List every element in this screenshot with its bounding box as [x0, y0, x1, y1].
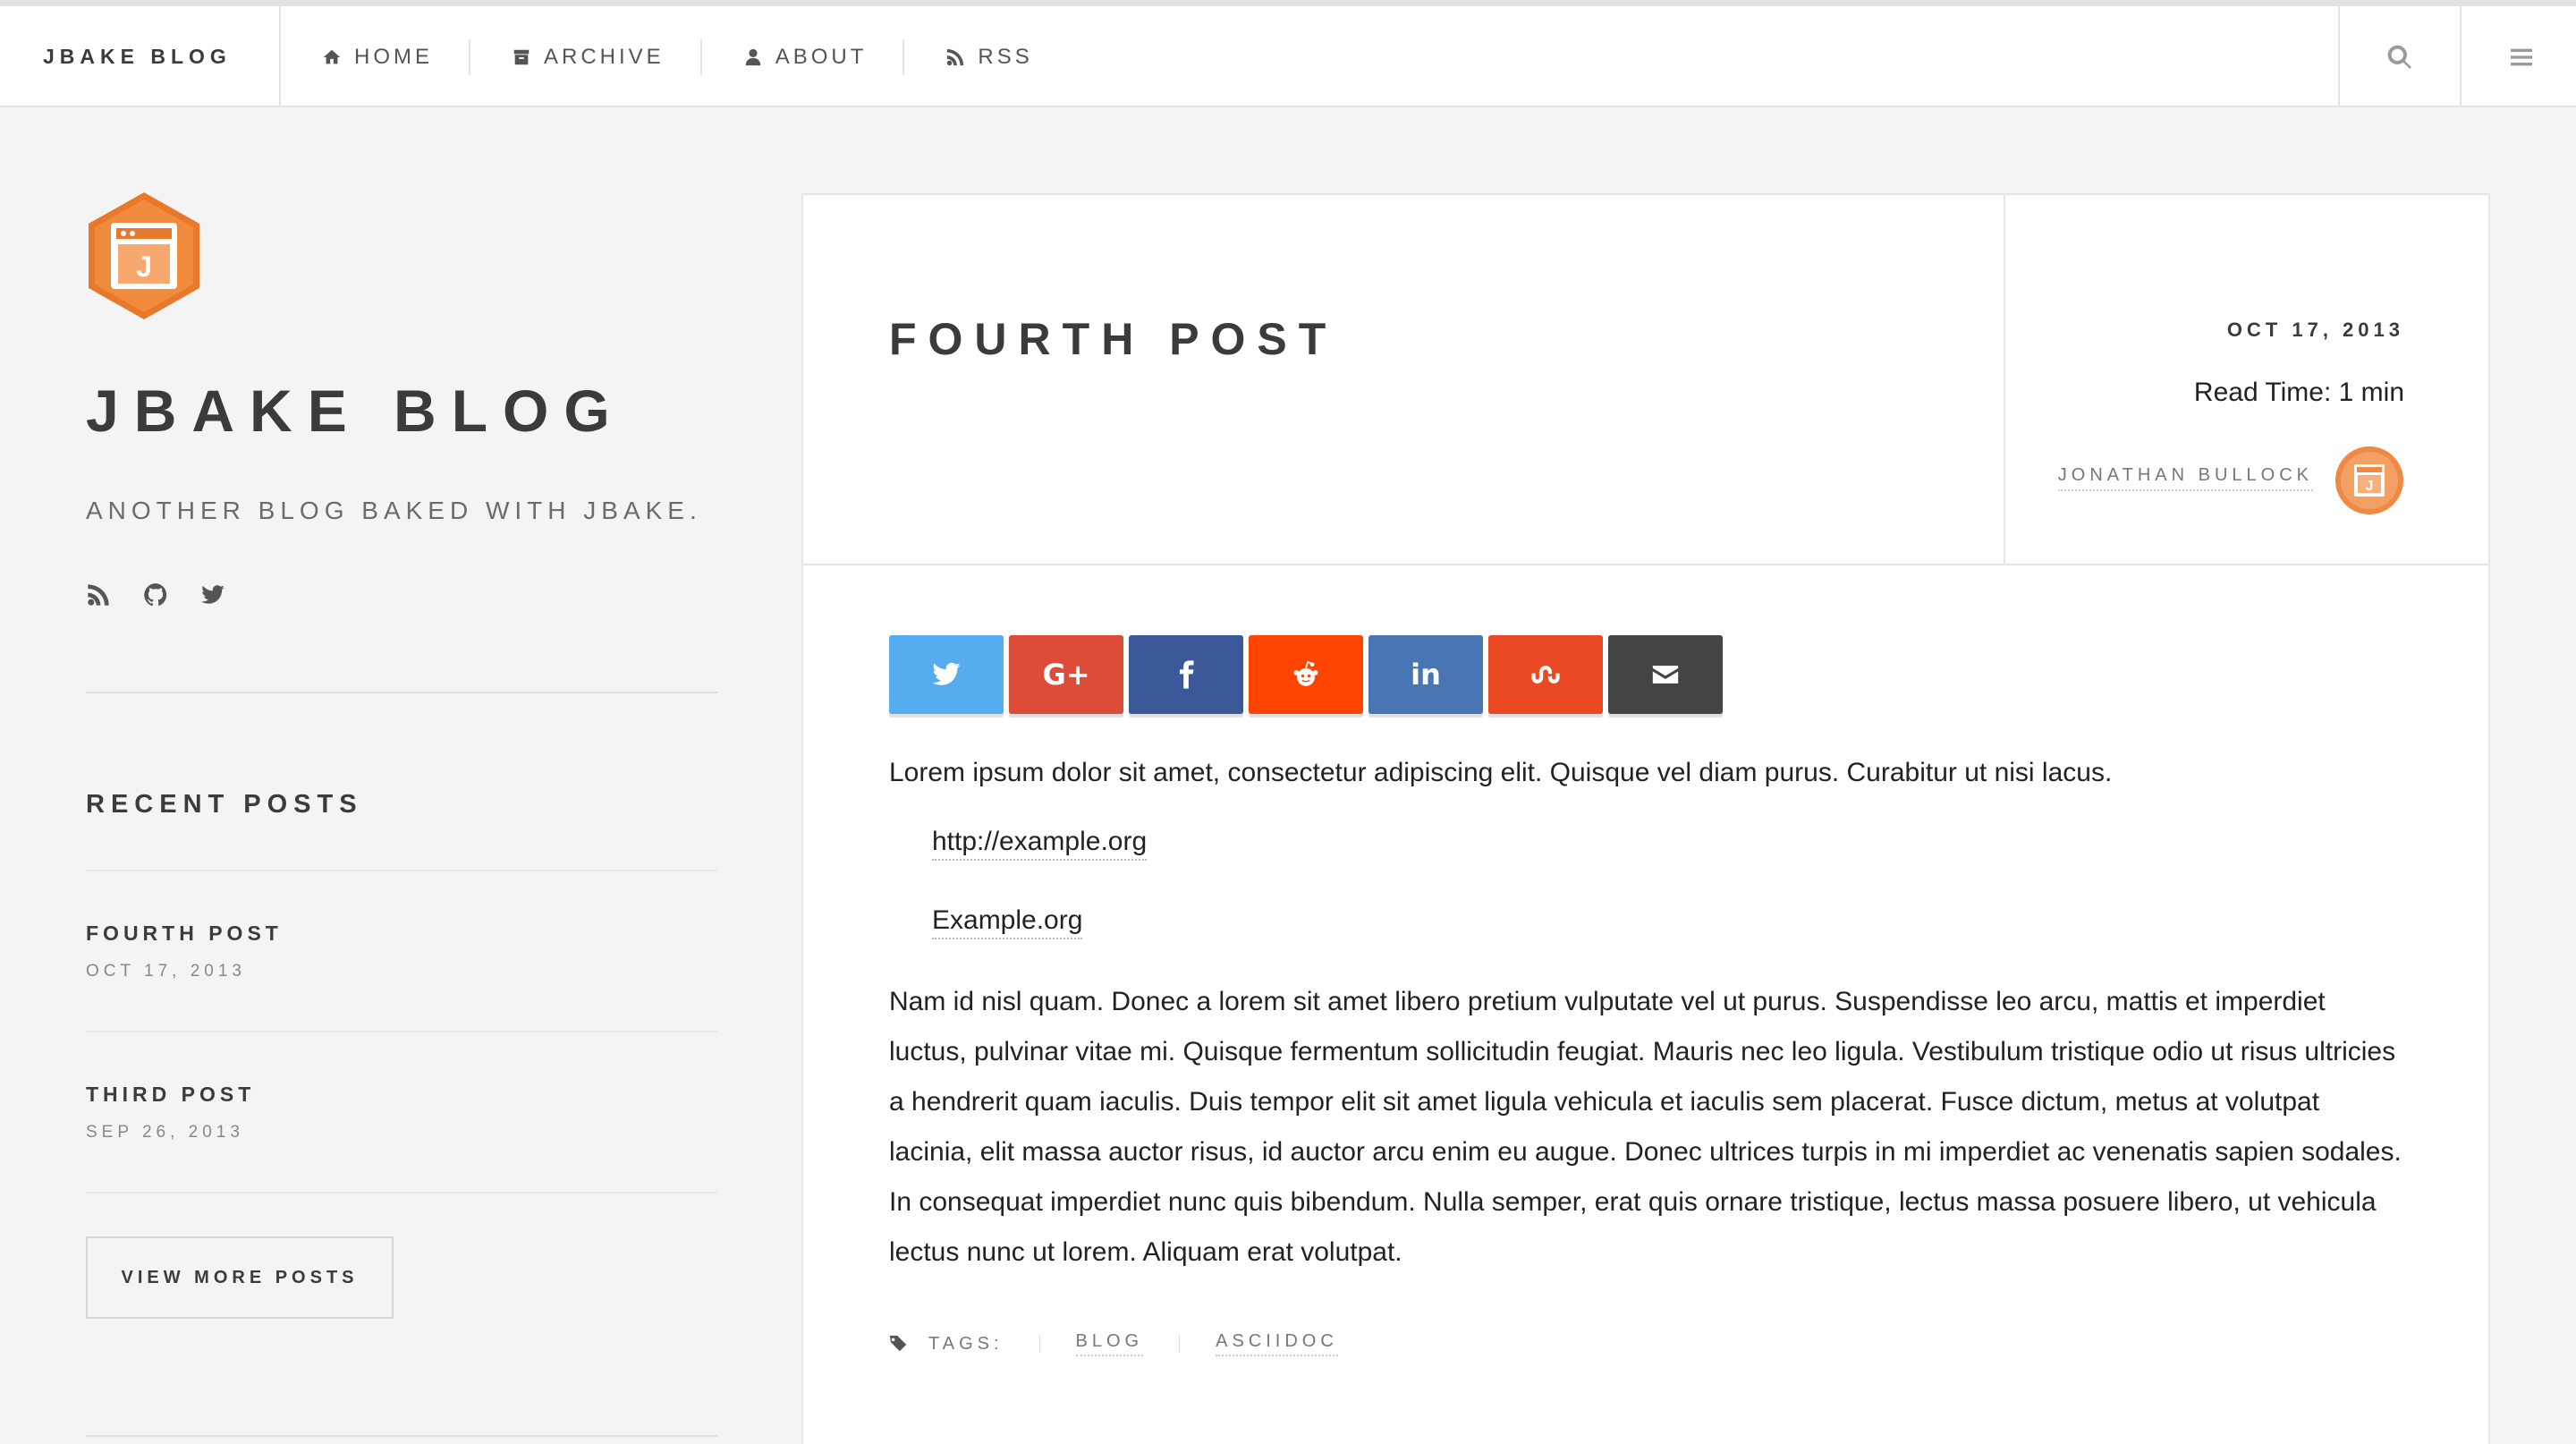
site-logo[interactable]: J: [86, 191, 717, 321]
svg-text:J: J: [136, 251, 152, 283]
post-meta: OCT 17, 2013 Read Time: 1 min JONATHAN B…: [2004, 195, 2490, 564]
share-reddit-button[interactable]: [1249, 635, 1363, 714]
view-more-posts-button[interactable]: VIEW MORE POSTS: [86, 1236, 394, 1319]
tag-separator: [1038, 1335, 1040, 1353]
tag-link[interactable]: BLOG: [1075, 1331, 1144, 1356]
nav-item-home[interactable]: HOME: [281, 39, 469, 75]
share-google-plus-button[interactable]: G+: [1009, 635, 1123, 714]
site-title: JBAKE BLOG: [86, 378, 625, 444]
tag-separator: [1179, 1335, 1181, 1353]
share-twitter-button[interactable]: [889, 635, 1004, 714]
share-linkedin-button[interactable]: in: [1368, 635, 1483, 714]
post-paragraph: Lorem ipsum dolor sit amet, consectetur …: [889, 758, 2113, 787]
tag-link[interactable]: ASCIIDOC: [1216, 1331, 1338, 1356]
post-date: OCT 17, 2013: [2226, 319, 2404, 341]
post-title: FOURTH POST: [889, 314, 1338, 364]
reddit-icon: [1293, 660, 1318, 686]
nav-item-label: RSS: [978, 44, 1033, 69]
post-header: FOURTH POST OCT 17, 2013 Read Time: 1 mi…: [803, 195, 2488, 565]
post-card: FOURTH POST OCT 17, 2013 Read Time: 1 mi…: [801, 193, 2490, 1444]
tags-label: TAGS:: [928, 1333, 1004, 1354]
recent-post-item: THIRD POST SEP 26, 2013: [86, 1031, 717, 1192]
home-icon: [323, 49, 341, 64]
post-link[interactable]: Example.org: [932, 904, 1083, 939]
search-icon: [2387, 45, 2411, 69]
tags-icon: [889, 1335, 907, 1352]
svg-text:J: J: [2366, 479, 2374, 494]
nav-item-rss[interactable]: RSS: [902, 38, 1068, 75]
nav-item-about[interactable]: ABOUT: [699, 38, 903, 75]
facebook-icon: [1179, 660, 1194, 689]
recent-posts-list: FOURTH POST OCT 17, 2013 THIRD POST SEP …: [86, 870, 717, 1193]
sidebar-divider: [86, 692, 717, 693]
hamburger-icon: [2511, 48, 2532, 65]
author-link[interactable]: JONATHAN BULLOCK: [2057, 465, 2313, 491]
menu-button[interactable]: [2460, 6, 2576, 107]
sidebar-bottom-divider: [86, 1435, 717, 1437]
twitter-icon[interactable]: [200, 582, 225, 607]
rss-icon: [947, 48, 964, 65]
share-buttons: G+ in: [889, 635, 2402, 714]
sidebar: J JBAKE BLOG ANOTHER BLOG BAKED WITH JBA…: [86, 191, 717, 1319]
recent-post-date: SEP 26, 2013: [86, 1123, 244, 1142]
post-links: http://example.org Example.org: [889, 825, 2402, 982]
linkedin-icon: in: [1411, 658, 1441, 692]
google-plus-icon: G+: [1042, 658, 1090, 692]
nav-item-archive[interactable]: ARCHIVE: [469, 38, 700, 75]
twitter-icon: [932, 662, 961, 685]
share-stumbleupon-button[interactable]: [1488, 635, 1603, 714]
jbake-logo-icon: J: [89, 192, 199, 319]
search-button[interactable]: [2338, 6, 2460, 107]
recent-post-title[interactable]: THIRD POST: [86, 1083, 717, 1107]
post-link[interactable]: http://example.org: [932, 825, 1148, 861]
site-description: ANOTHER BLOG BAKED WITH JBAKE.: [86, 497, 702, 524]
recent-post-item: FOURTH POST OCT 17, 2013: [86, 870, 717, 1031]
share-facebook-button[interactable]: [1129, 635, 1243, 714]
social-links: [86, 582, 717, 607]
stumbleupon-icon: [1531, 666, 1560, 684]
recent-post-date: OCT 17, 2013: [86, 962, 247, 981]
recent-post-title[interactable]: FOURTH POST: [86, 922, 717, 946]
main-nav: HOME ARCHIVE ABOUT RSS: [281, 6, 1069, 107]
post-body: G+ in Lorem ipsum dolor sit amet, consec…: [803, 565, 2488, 1356]
github-icon[interactable]: [143, 582, 168, 607]
navbar-brand[interactable]: JBAKE BLOG: [0, 6, 281, 107]
post-tags: TAGS: BLOG ASCIIDOC: [889, 1331, 2402, 1356]
author-avatar[interactable]: J: [2334, 446, 2404, 515]
user-icon: [745, 48, 760, 65]
top-navbar: JBAKE BLOG HOME ARCHIVE ABOUT RSS: [0, 0, 2576, 107]
recent-posts-end-divider: [86, 1192, 717, 1193]
post-paragraph: Nam id nisl quam. Donec a lorem sit amet…: [889, 987, 2402, 1267]
recent-posts-title: RECENT POSTS: [86, 790, 363, 819]
envelope-icon: [1652, 666, 1679, 684]
nav-item-label: ARCHIVE: [544, 44, 665, 69]
rss-icon[interactable]: [86, 582, 111, 607]
nav-item-label: HOME: [354, 44, 433, 69]
nav-item-label: ABOUT: [775, 44, 868, 69]
read-time: Read Time: 1 min: [2193, 378, 2404, 407]
share-email-button[interactable]: [1608, 635, 1723, 714]
archive-icon: [513, 49, 530, 64]
